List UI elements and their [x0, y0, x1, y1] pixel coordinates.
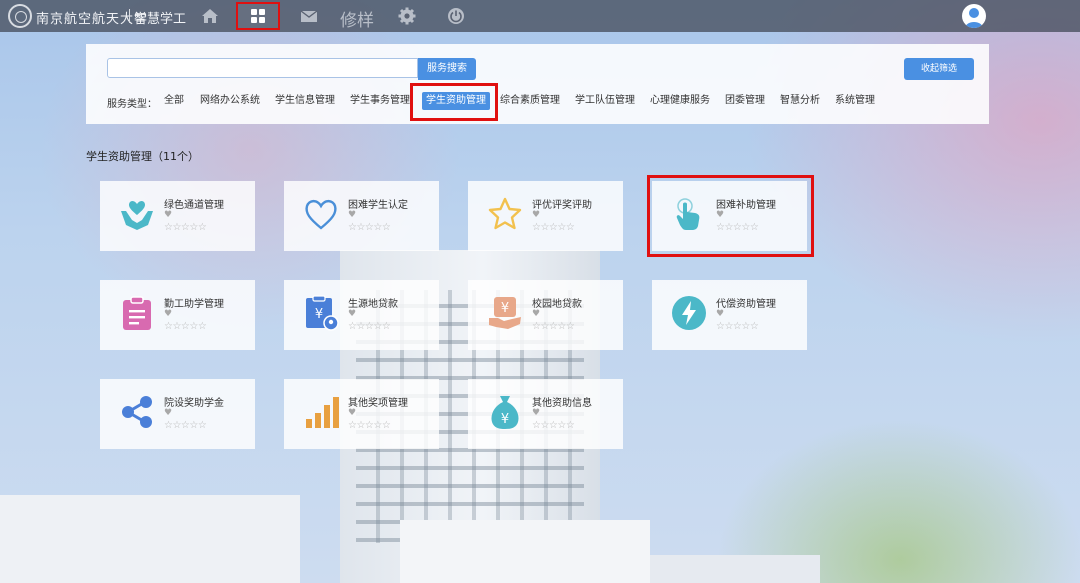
background-building-low — [0, 495, 300, 583]
category-system-management[interactable]: 系统管理 — [835, 92, 875, 110]
rating-stars[interactable]: ☆☆☆☆☆ — [532, 420, 575, 432]
filter-label: 服务类型： — [107, 99, 157, 110]
share-icon — [118, 393, 156, 431]
university-logo — [8, 4, 32, 28]
money-bag-icon: ¥ — [486, 393, 524, 431]
heart-outline-icon — [302, 195, 340, 233]
help-icon[interactable]: 修样 — [340, 6, 380, 31]
rating-stars[interactable]: ☆☆☆☆☆ — [348, 420, 391, 432]
card-title: 其他资助信息 — [532, 398, 592, 409]
service-card-green-channel[interactable]: 绿色通道管理 ♥ ☆☆☆☆☆ — [100, 181, 255, 251]
service-card-origin-loan[interactable]: ¥ 生源地贷款 ♥ ☆☆☆☆☆ — [284, 280, 439, 350]
favorite-heart-icon[interactable]: ♥ — [348, 210, 356, 220]
background-building-low — [400, 520, 650, 583]
filter-panel: 服务搜索 收起筛选 服务类型： 全部 网络办公系统 学生信息管理 学生事务管理 … — [86, 44, 989, 124]
card-title: 困难学生认定 — [348, 200, 408, 211]
background-building-low — [650, 555, 820, 583]
favorite-heart-icon[interactable]: ♥ — [532, 309, 540, 319]
gear-icon[interactable] — [397, 6, 417, 26]
favorite-heart-icon[interactable]: ♥ — [348, 309, 356, 319]
apps-grid-icon[interactable] — [236, 2, 280, 30]
favorite-heart-icon[interactable]: ♥ — [164, 210, 172, 220]
category-league-management[interactable]: 团委管理 — [725, 92, 765, 110]
collapse-filter-button[interactable]: 收起筛选 — [904, 58, 974, 80]
category-smart-analysis[interactable]: 智慧分析 — [780, 92, 820, 110]
card-title: 其他奖项管理 — [348, 398, 408, 409]
favorite-heart-icon[interactable]: ♥ — [164, 408, 172, 418]
svg-text:¥: ¥ — [501, 301, 509, 316]
rating-stars[interactable]: ☆☆☆☆☆ — [348, 222, 391, 234]
card-title: 勤工助学管理 — [164, 299, 224, 310]
title-divider — [129, 9, 130, 23]
svg-text:¥: ¥ — [315, 307, 323, 322]
selected-card-highlight — [647, 175, 814, 257]
category-staff-management[interactable]: 学工队伍管理 — [575, 92, 635, 110]
service-card-campus-loan[interactable]: ¥ 校园地贷款 ♥ ☆☆☆☆☆ — [468, 280, 623, 350]
rating-stars[interactable]: ☆☆☆☆☆ — [164, 222, 207, 234]
service-card-work-study[interactable]: 勤工助学管理 ♥ ☆☆☆☆☆ — [100, 280, 255, 350]
card-title: 评优评奖评助 — [532, 200, 592, 211]
category-quality-management[interactable]: 综合素质管理 — [500, 92, 560, 110]
rating-stars[interactable]: ☆☆☆☆☆ — [532, 321, 575, 333]
search-button[interactable]: 服务搜索 — [418, 58, 476, 80]
category-mental-health[interactable]: 心理健康服务 — [650, 92, 710, 110]
power-icon[interactable] — [446, 6, 466, 26]
mail-icon[interactable] — [299, 6, 319, 26]
card-title: 校园地贷款 — [532, 299, 582, 310]
card-title: 绿色通道管理 — [164, 200, 224, 211]
service-card-other-awards[interactable]: 其他奖项管理 ♥ ☆☆☆☆☆ — [284, 379, 439, 449]
user-avatar-icon[interactable] — [962, 4, 986, 28]
svg-text:¥: ¥ — [501, 412, 509, 427]
hands-heart-icon — [118, 195, 156, 233]
rating-stars[interactable]: ☆☆☆☆☆ — [532, 222, 575, 234]
service-card-difficulty-identification[interactable]: 困难学生认定 ♥ ☆☆☆☆☆ — [284, 181, 439, 251]
category-network-office[interactable]: 网络办公系统 — [200, 92, 260, 110]
school-name: 南京航空航天大学 — [36, 12, 149, 27]
card-title: 院设奖助学金 — [164, 398, 224, 409]
favorite-heart-icon[interactable]: ♥ — [716, 309, 724, 319]
rating-stars[interactable]: ☆☆☆☆☆ — [164, 420, 207, 432]
favorite-heart-icon[interactable]: ♥ — [164, 309, 172, 319]
category-student-affairs[interactable]: 学生事务管理 — [350, 92, 410, 110]
active-category-highlight — [410, 83, 498, 121]
service-card-college-scholarship[interactable]: 院设奖助学金 ♥ ☆☆☆☆☆ — [100, 379, 255, 449]
search-input[interactable] — [107, 58, 418, 78]
favorite-heart-icon[interactable]: ♥ — [348, 408, 356, 418]
yuan-document-icon: ¥ — [302, 294, 340, 332]
category-student-info[interactable]: 学生信息管理 — [275, 92, 335, 110]
yuan-hand-icon: ¥ — [486, 294, 524, 332]
rating-stars[interactable]: ☆☆☆☆☆ — [716, 321, 759, 333]
section-title: 学生资助管理（11个） — [86, 150, 199, 163]
favorite-heart-icon[interactable]: ♥ — [532, 210, 540, 220]
category-all[interactable]: 全部 — [164, 92, 184, 110]
rating-stars[interactable]: ☆☆☆☆☆ — [164, 321, 207, 333]
bar-chart-icon — [302, 393, 340, 431]
lightning-icon — [670, 294, 708, 332]
rating-stars[interactable]: ☆☆☆☆☆ — [348, 321, 391, 333]
clipboard-icon — [118, 294, 156, 332]
top-navigation-bar: 南京航空航天大学 智慧学工 修样 — [0, 0, 1080, 32]
star-icon — [486, 195, 524, 233]
favorite-heart-icon[interactable]: ♥ — [532, 408, 540, 418]
card-title: 生源地贷款 — [348, 299, 398, 310]
app-name: 智慧学工 — [134, 12, 187, 27]
home-icon[interactable] — [200, 6, 220, 26]
card-title: 代偿资助管理 — [716, 299, 776, 310]
service-card-other-aid-info[interactable]: ¥ 其他资助信息 ♥ ☆☆☆☆☆ — [468, 379, 623, 449]
service-card-compensation-aid[interactable]: 代偿资助管理 ♥ ☆☆☆☆☆ — [652, 280, 807, 350]
service-card-awards-evaluation[interactable]: 评优评奖评助 ♥ ☆☆☆☆☆ — [468, 181, 623, 251]
